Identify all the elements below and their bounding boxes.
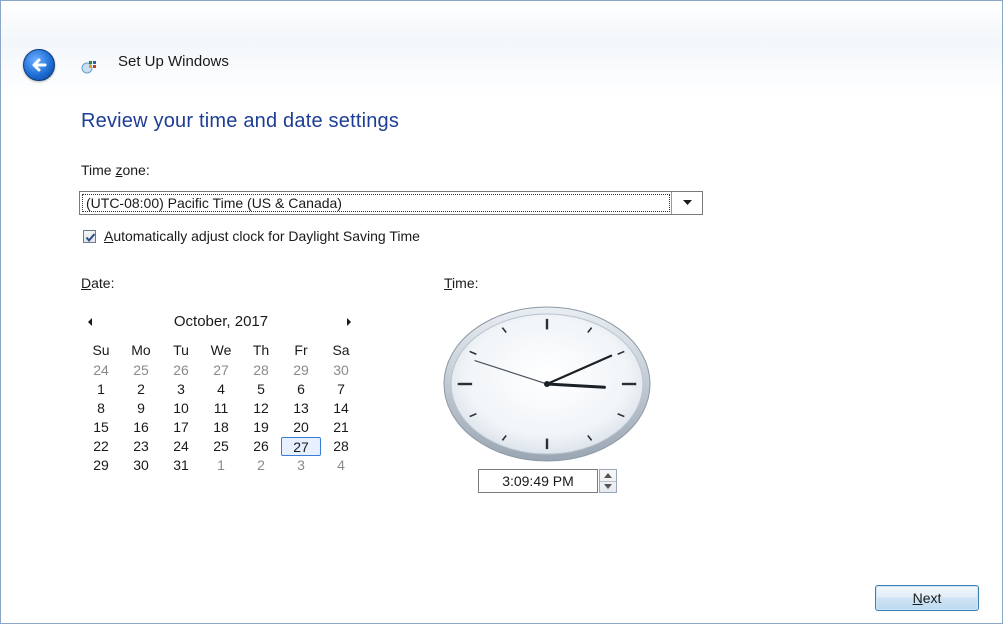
setup-windows-icon [81,61,96,74]
calendar-day[interactable]: 20 [281,418,321,437]
back-arrow-icon [32,58,47,72]
calendar-prev-month-button[interactable] [83,314,99,330]
calendar-day[interactable]: 24 [161,437,201,456]
calendar-day[interactable]: 29 [281,361,321,380]
weekday-header: Sa [332,342,350,358]
calendar-day[interactable]: 1 [81,380,121,399]
timezone-label: Time zone: [81,162,150,178]
dst-label[interactable]: Automatically adjust clock for Daylight … [104,228,420,244]
calendar-day[interactable]: 12 [241,399,281,418]
calendar-day[interactable]: 13 [281,399,321,418]
calendar-month-label: October, 2017 [173,313,269,330]
calendar-day[interactable]: 2 [121,380,161,399]
back-button[interactable] [23,49,55,81]
calendar-day[interactable]: 30 [321,361,361,380]
calendar-day[interactable]: 21 [321,418,361,437]
calendar-header: October, 2017 [81,312,361,334]
calendar-day[interactable]: 9 [121,399,161,418]
triangle-left-icon [88,318,92,326]
calendar-day[interactable]: 15 [81,418,121,437]
calendar-day[interactable]: 11 [201,399,241,418]
calendar-day[interactable]: 25 [201,437,241,456]
calendar-day[interactable]: 6 [281,380,321,399]
time-spinner[interactable] [599,469,617,493]
weekday-header: Mo [131,342,151,358]
calendar-day[interactable]: 7 [321,380,361,399]
dst-checkbox[interactable] [83,230,96,243]
calendar-day[interactable]: 23 [121,437,161,456]
checkmark-icon [85,233,96,243]
calendar-day[interactable]: 26 [161,361,201,380]
clock-center-pin [544,381,550,387]
calendar-day[interactable]: 3 [281,456,321,475]
setup-window: Set Up Windows Review your time and date… [0,0,1003,624]
calendar-day[interactable]: 22 [81,437,121,456]
calendar-next-month-button[interactable] [341,314,357,330]
calendar: October, 2017 Su Mo Tu We Th Fr Sa 24 25 26 27 28 29… [81,304,361,479]
calendar-day[interactable]: 8 [81,399,121,418]
calendar-day[interactable]: 4 [201,380,241,399]
calendar-day[interactable]: 26 [241,437,281,456]
calendar-day[interactable]: 2 [241,456,281,475]
weekday-header: Su [92,342,110,358]
weekday-header: Th [252,342,270,358]
calendar-day[interactable]: 17 [161,418,201,437]
clock-face [443,306,651,462]
calendar-day[interactable]: 25 [121,361,161,380]
calendar-day[interactable]: 16 [121,418,161,437]
calendar-day[interactable]: 19 [241,418,281,437]
calendar-day[interactable]: 24 [81,361,121,380]
calendar-day[interactable]: 3 [161,380,201,399]
triangle-up-icon [604,473,612,478]
calendar-day[interactable]: 31 [161,456,201,475]
page-heading: Review your time and date settings [81,110,400,132]
weekday-header: Tu [173,342,189,358]
calendar-day[interactable]: 1 [201,456,241,475]
chevron-down-icon [683,200,692,205]
time-label: Time: [444,275,479,291]
time-decrement-button[interactable] [600,481,616,492]
date-label: Date: [81,275,115,291]
calendar-day[interactable]: 5 [241,380,281,399]
calendar-day[interactable]: 29 [81,456,121,475]
calendar-grid: Su Mo Tu We Th Fr Sa 24 25 26 27 28 29 30 1 2 3 4 5 6 7 8 9 10 1… [81,342,361,475]
calendar-day[interactable]: 4 [321,456,361,475]
calendar-day[interactable]: 14 [321,399,361,418]
time-field[interactable]: 3:09:49 PM [478,469,598,493]
timezone-dropdown[interactable]: (UTC-08:00) Pacific Time (US & Canada) [79,191,703,215]
weekday-header: We [210,342,232,358]
triangle-down-icon [604,484,612,489]
analog-clock [442,304,652,464]
calendar-day[interactable]: 30 [121,456,161,475]
weekday-header: Fr [294,342,308,358]
calendar-day[interactable]: 27 [201,361,241,380]
next-button[interactable]: Next [875,585,979,611]
timezone-dropdown-button[interactable] [671,192,702,214]
timezone-selected-value: (UTC-08:00) Pacific Time (US & Canada) [82,194,670,212]
calendar-day[interactable]: 10 [161,399,201,418]
calendar-day[interactable]: 28 [241,361,281,380]
calendar-day[interactable]: 28 [321,437,361,456]
calendar-day[interactable]: 18 [201,418,241,437]
triangle-right-icon [347,318,351,326]
time-value: 3:09:49 PM [502,473,574,489]
window-title: Set Up Windows [118,53,229,70]
calendar-day-selected[interactable]: 27 [281,437,321,456]
title-bar [1,1,1002,97]
